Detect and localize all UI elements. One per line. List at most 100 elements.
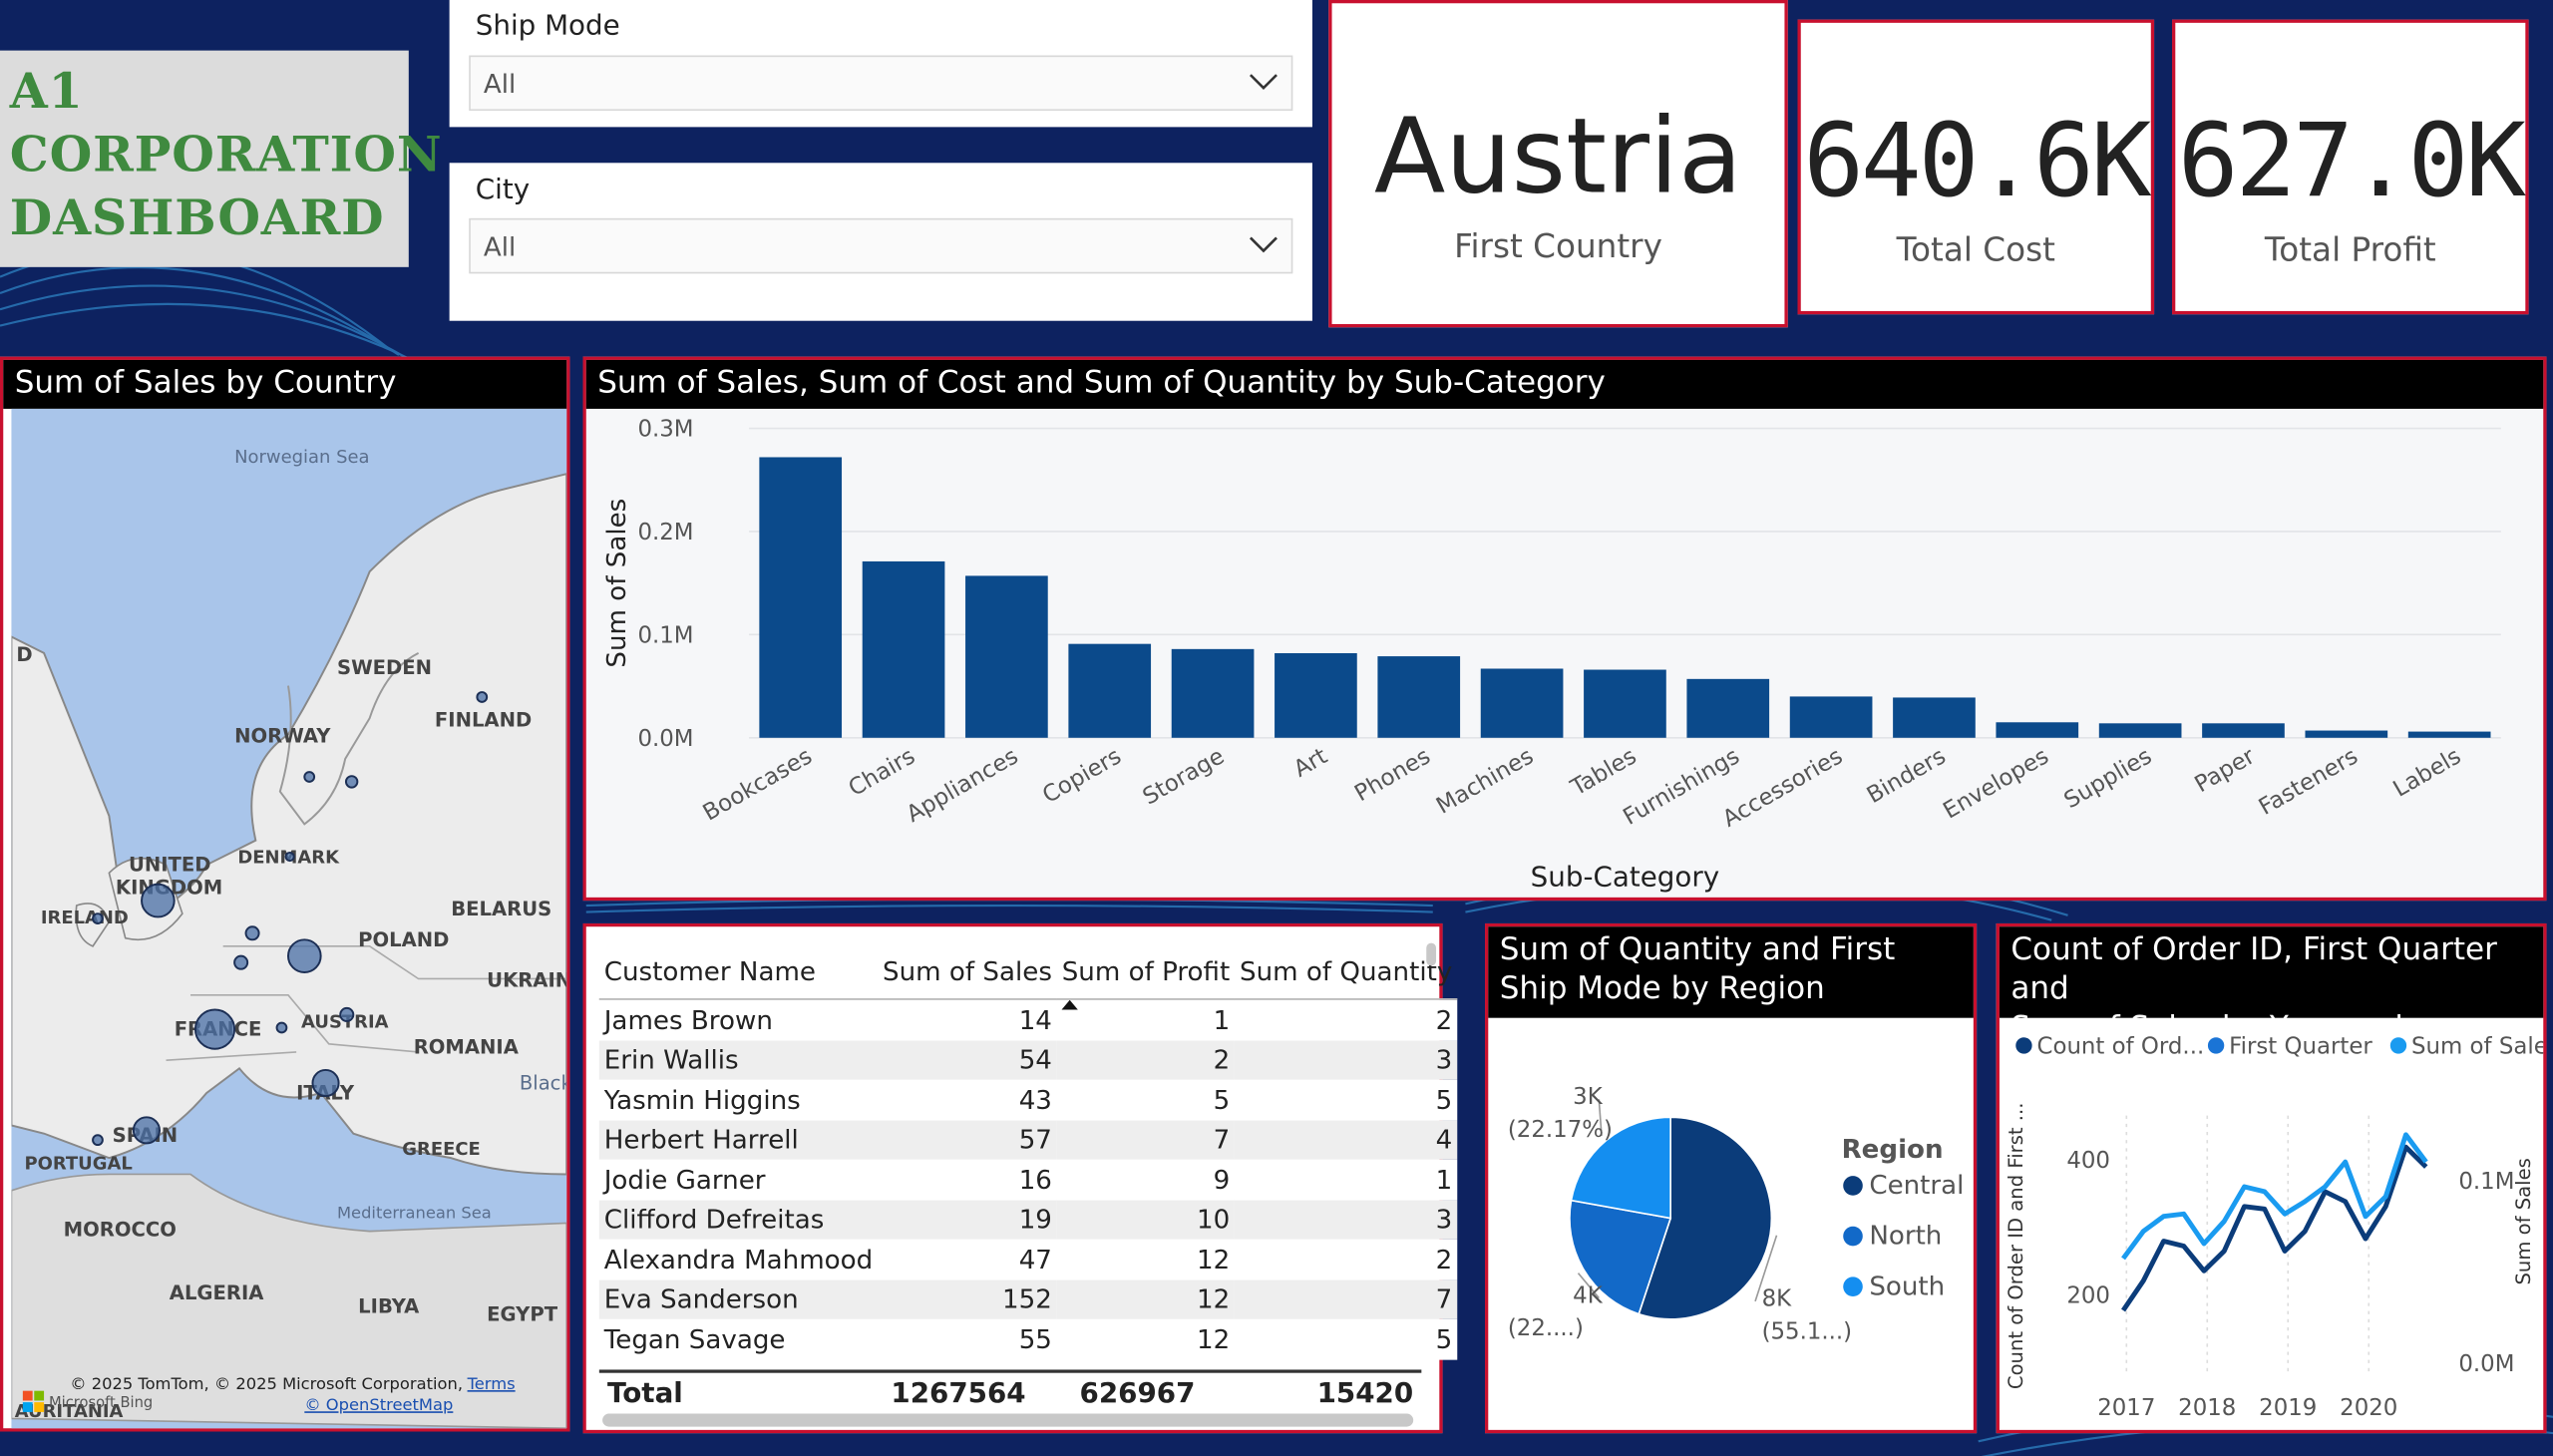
map-label-ukraine: UKRAIN [487,969,566,992]
line-legend-item[interactable]: Sum of Sales [2411,1034,2543,1060]
bar-storage[interactable] [1171,648,1255,738]
map-bubble-denmark[interactable] [284,851,295,863]
bar-binders[interactable] [1893,697,1976,738]
table-row[interactable]: Herbert Harrell 57 7 4 [598,1119,1458,1160]
pie-legend-item[interactable]: North [1869,1222,1942,1252]
total-cost-card[interactable]: 640.6K Total Cost [1797,19,2155,315]
table-row[interactable]: Alexandra Mahmood 47 12 2 [598,1239,1458,1279]
map-bubble-spain[interactable] [132,1116,161,1145]
pie-legend-marker[interactable] [1843,1226,1863,1247]
bar-chairs[interactable] [862,560,945,738]
cell-customer-name: Herbert Harrell [598,1119,879,1160]
map-terms-link[interactable]: Terms [467,1374,516,1393]
map-bubble-netherlands[interactable] [244,925,260,941]
bar-copiers[interactable] [1068,643,1152,738]
column-header-sum-of-quantity[interactable]: Sum of Quantity [1235,942,1458,1000]
pie-legend-marker[interactable] [1843,1176,1863,1196]
cell-customer-name: Tegan Savage [598,1318,879,1359]
map-bubble-uk[interactable] [141,883,176,918]
bar-appliances[interactable] [965,575,1048,738]
total-profit-card[interactable]: 627.0K Total Profit [2172,19,2529,315]
map-area[interactable]: Norwegian Sea SWEDEN FINLAND NORWAY UNIT… [11,408,567,1429]
column-header-sum-of-sales[interactable]: Sum of Sales [878,942,1057,1000]
bar-labels[interactable] [2407,731,2491,738]
bar-paper[interactable] [2202,723,2285,738]
line-y-left-tick: 200 [2066,1282,2110,1308]
vertical-scrollbar[interactable] [1426,942,1437,966]
ship-mode-slicer[interactable]: Ship Mode All [449,0,1312,128]
city-dropdown[interactable]: All [469,217,1293,274]
line-series-count-of-orders[interactable] [2121,1144,2428,1312]
map-title: Sum of Sales by Country [3,359,567,409]
bar-y-tick: 0.1M [637,623,693,649]
bar-tables[interactable] [1584,669,1666,738]
europe-map[interactable]: Norwegian Sea SWEDEN FINLAND NORWAY UNIT… [11,408,567,1429]
table-row[interactable]: Jodie Garner 16 9 1 [598,1159,1458,1200]
map-bubble-switzerland[interactable] [275,1021,288,1034]
bar-envelopes[interactable] [1996,722,2079,738]
map-bubble-finland[interactable] [476,691,489,703]
line-chart-plot[interactable]: Count of Ord... First Quarter Sum of Sales… [2000,1018,2543,1430]
map-bubble-norway[interactable] [303,771,316,783]
bar-accessories[interactable] [1789,696,1873,738]
map-bubble-italy[interactable] [311,1068,340,1098]
column-header-sum-of-profit[interactable]: Sum of Profit [1056,942,1236,1010]
bar-furnishings[interactable] [1686,678,1770,738]
table-row[interactable]: Clifford Defreitas 19 10 3 [598,1199,1458,1240]
city-slicer[interactable]: City All [449,163,1312,321]
map-bubble-sweden[interactable] [344,775,359,789]
bar-bookcases[interactable] [759,457,843,738]
table-row[interactable]: Tegan Savage 55 12 5 [598,1318,1458,1359]
cell-sum-of-profit: 5 [1056,1079,1236,1120]
total-sales: 1267564 [891,1377,1026,1411]
first-country-card[interactable]: Austria First Country [1328,0,1788,328]
column-header-customer-name[interactable]: Customer Name [598,942,879,1000]
map-bubble-germany[interactable] [287,938,322,973]
line-y-right-tick: 0.0M [2458,1351,2514,1377]
table-row[interactable]: Erin Wallis 54 2 3 [598,1039,1458,1080]
pie-chart-plot[interactable]: 8K (55.1...) 4K (22....) 3K (22.17%) Region Cen… [1488,1018,1974,1430]
pie-legend-marker[interactable] [1843,1276,1863,1296]
map-bubble-ireland[interactable] [92,912,104,924]
map-label-d: D [16,643,32,666]
cell-sum-of-quantity: 3 [1235,1039,1458,1080]
map-bubble-austria[interactable] [339,1006,355,1022]
pie-legend-item[interactable]: South [1869,1272,1945,1301]
total-profit: 626967 [1079,1377,1196,1411]
horizontal-scrollbar[interactable] [602,1413,1414,1427]
line-chart-title: Count of Order ID, First Quarter and Sum… [1999,926,2544,1085]
bar-chart-plot[interactable]: 0.3M 0.2M 0.1M 0.0M Sum of Sales Bookcases Cha… [586,409,2544,898]
map-bubble-france[interactable] [193,1008,236,1050]
cell-customer-name: Eva Sanderson [598,1278,879,1319]
sort-ascending-icon[interactable] [1060,998,1080,1011]
chevron-down-icon[interactable] [1246,64,1281,100]
bar-machines[interactable] [1480,668,1564,738]
table-row[interactable]: Eva Sanderson 152 12 7 [598,1278,1458,1319]
map-bubble-belgium[interactable] [233,954,249,970]
orders-by-year-line-visual[interactable]: Count of Order ID, First Quarter and Sum… [1996,922,2547,1434]
line-y-right-label: Sum of Sales [2512,1158,2535,1284]
line-legend-marker[interactable] [2389,1037,2407,1054]
sales-by-subcategory-chart[interactable]: Sum of Sales, Sum of Cost and Sum of Qua… [582,356,2547,902]
quantity-by-region-pie-visual[interactable]: Sum of Quantity and First Ship Mode by R… [1485,922,1978,1434]
bar-supplies[interactable] [2098,723,2182,738]
cell-sum-of-profit: 2 [1056,1039,1236,1080]
map-osm-link[interactable]: © OpenStreetMap [304,1395,453,1414]
line-legend-marker[interactable] [2207,1037,2225,1054]
ship-mode-dropdown[interactable]: All [469,55,1293,112]
bar-phones[interactable] [1377,656,1461,738]
chevron-down-icon[interactable] [1246,226,1281,262]
map-bubble-portugal[interactable] [92,1134,104,1147]
bar-x-tick: Machines [1432,743,1538,819]
line-legend-item[interactable]: Count of Ord... [2037,1034,2205,1060]
table-row[interactable]: James Brown 14 1 2 [598,998,1458,1040]
bar-art[interactable] [1275,652,1357,738]
line-legend-item[interactable]: First Quarter [2229,1034,2372,1060]
sales-by-country-map-visual[interactable]: Sum of Sales by Country Norwegian Sea SW… [0,356,570,1432]
total-cost-caption: Total Cost [1896,229,2055,269]
customer-table-visual[interactable]: Customer Name Sum of Sales Sum of Profit… [582,922,1458,1434]
line-legend-marker[interactable] [2015,1037,2032,1054]
table-row[interactable]: Yasmin Higgins 43 5 5 [598,1079,1458,1120]
bar-fasteners[interactable] [2305,730,2388,738]
pie-legend-item[interactable]: Central [1869,1171,1964,1201]
